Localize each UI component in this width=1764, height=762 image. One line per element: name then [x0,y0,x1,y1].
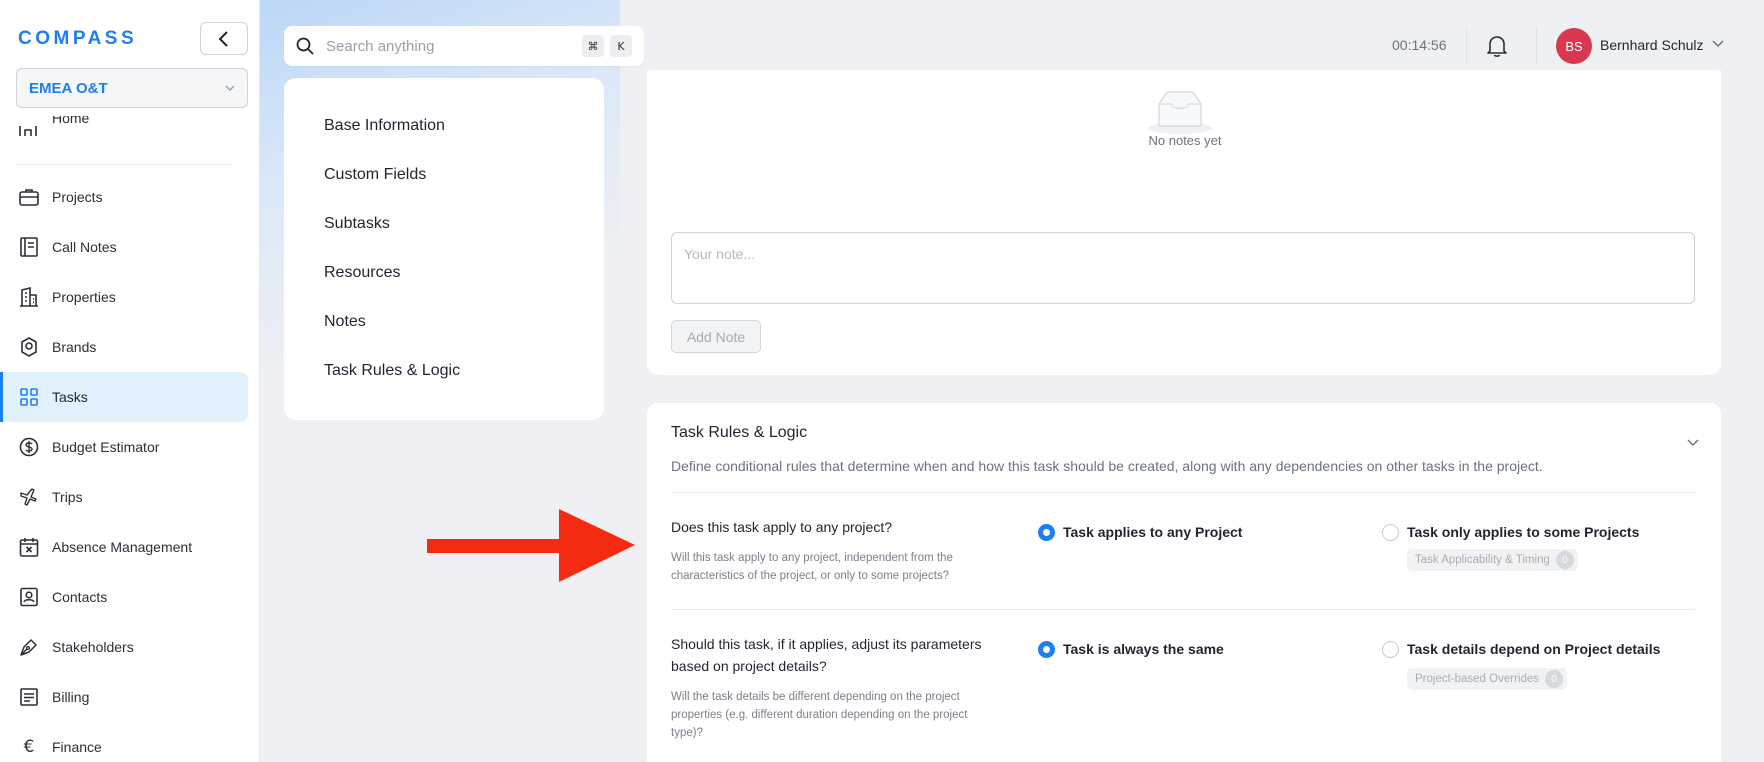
sidebar-item-call-notes[interactable]: Call Notes [0,222,248,272]
user-name[interactable]: Bernhard Schulz [1600,37,1704,53]
question-description: Will this task apply to any project, ind… [671,552,953,582]
sidebar-item-label: Finance [52,739,102,755]
radio-any-project[interactable] [1038,524,1055,541]
sidebar-item-brands[interactable]: Brands [0,322,248,372]
notifications-button[interactable] [1486,34,1508,63]
grid-icon [18,386,40,408]
sidebar-item-trips[interactable]: Trips [0,472,248,522]
chevron-down-icon[interactable] [1712,40,1724,48]
note-textarea[interactable]: Your note... [671,232,1695,304]
calendar-x-icon [18,536,40,558]
overrides-chip: Project-based Overrides 0 [1407,668,1567,690]
session-timer: 00:14:56 [1392,37,1447,53]
search-icon [296,37,314,55]
shortcut-key-cmd: ⌘ [582,35,604,57]
chevron-left-icon [218,30,228,47]
app-logo: COMPASS [18,28,138,49]
divider [671,609,1695,610]
chevron-down-icon[interactable] [1687,439,1699,447]
shortcut-key-k: K [610,35,632,57]
organization-select[interactable]: EMEA O&T [16,68,248,108]
sidebar-item-label: Tasks [52,389,88,405]
collapse-sidebar-button[interactable] [200,22,248,55]
sidebar-divider [16,164,232,165]
sidebar-item-finance[interactable]: € Finance [0,722,248,762]
sidebar-item-label: Home [52,116,90,126]
home-icon [19,126,37,136]
sidebar-item-tasks[interactable]: Tasks [0,372,248,422]
option-label[interactable]: Task applies to any Project [1063,524,1242,540]
question-description: Will the task details be different depen… [671,691,968,739]
radio-depends-on-project[interactable] [1382,641,1399,658]
active-indicator [0,372,3,422]
chip-count: 0 [1545,670,1563,688]
section-link-resources[interactable]: Resources [324,264,400,282]
divider [671,492,1695,493]
organization-select-value: EMEA O&T [29,79,108,97]
chip-label: Project-based Overrides [1415,673,1539,685]
avatar[interactable]: BS [1556,28,1592,64]
section-link-notes[interactable]: Notes [324,313,366,331]
sidebar-item-contacts[interactable]: Contacts [0,572,248,622]
sidebar-item-label: Stakeholders [52,639,134,655]
annotation-arrow-icon [427,509,635,582]
chevron-down-icon [225,85,235,91]
pen-nib-icon [18,636,40,658]
inbox-icon [1148,91,1212,134]
search-placeholder: Search anything [326,37,435,55]
plane-icon [18,486,40,508]
badge-icon [18,336,40,358]
sidebar-item-stakeholders[interactable]: Stakeholders [0,622,248,672]
building-icon [18,286,40,308]
bell-icon [1487,36,1507,57]
sidebar-item-label: Budget Estimator [52,439,160,455]
radio-some-projects[interactable] [1382,524,1399,541]
euro-icon: € [23,737,35,757]
sidebar-item-label: Trips [52,489,83,505]
section-link-task-rules[interactable]: Task Rules & Logic [324,362,460,380]
section-link-base-information[interactable]: Base Information [324,117,445,135]
option-label[interactable]: Task only applies to some Projects [1407,524,1639,540]
chip-count: 0 [1555,551,1574,569]
sidebar: COMPASS EMEA O&T Home Projects Call Note… [0,0,260,762]
sidebar-item-projects[interactable]: Projects [0,172,248,222]
sidebar-item-home[interactable]: Home [18,116,89,136]
sidebar-item-budget-estimator[interactable]: Budget Estimator [0,422,248,472]
sidebar-item-billing[interactable]: Billing [0,672,248,722]
question-title: Should this task, if it applies, adjust … [671,636,982,674]
sidebar-item-label: Properties [52,289,116,305]
section-link-subtasks[interactable]: Subtasks [324,215,390,233]
section-nav: Base Information Custom Fields Subtasks … [284,78,604,420]
question-title: Does this task apply to any project? [671,519,893,535]
option-label[interactable]: Task details depend on Project details [1407,641,1660,657]
sidebar-item-label: Call Notes [52,239,117,255]
task-rules-section: Task Rules & Logic Define conditional ru… [646,402,1722,762]
header-divider [1536,28,1537,64]
sidebar-item-absence-management[interactable]: Absence Management [0,522,248,572]
sidebar-item-label: Billing [52,689,90,705]
section-description: Define conditional rules that determine … [671,458,1543,474]
radio-always-same[interactable] [1038,641,1055,658]
section-title: Task Rules & Logic [671,424,808,441]
dollar-icon [18,436,40,458]
chip-label: Task Applicability & Timing [1415,554,1550,566]
empty-notes-text: No notes yet [1148,133,1222,148]
briefcase-icon [18,186,40,208]
search-input[interactable]: Search anything ⌘ K [284,26,644,66]
sidebar-item-properties[interactable]: Properties [0,272,248,322]
sidebar-item-label: Projects [52,189,103,205]
header-divider [1466,28,1467,64]
section-link-custom-fields[interactable]: Custom Fields [324,166,426,184]
option-label[interactable]: Task is always the same [1063,641,1224,657]
notebook-icon [18,236,40,258]
contact-card-icon [18,586,40,608]
notes-section: No notes yet Your note... Add Note [646,70,1722,376]
sidebar-item-label: Absence Management [52,539,193,555]
sidebar-item-label: Brands [52,339,97,355]
receipt-icon [18,686,40,708]
applicability-chip: Task Applicability & Timing 0 [1407,549,1578,571]
add-note-button[interactable]: Add Note [671,320,761,353]
sidebar-item-label: Contacts [52,589,108,605]
